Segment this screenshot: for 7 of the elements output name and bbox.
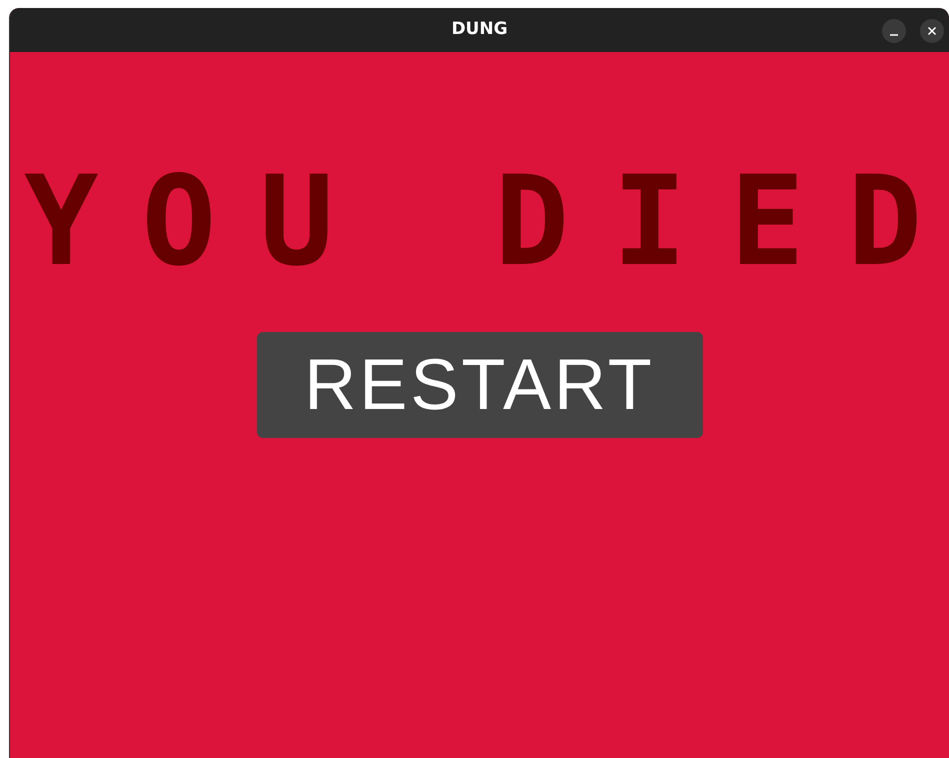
window-title: DUNG xyxy=(451,18,508,42)
restart-button[interactable]: RESTART xyxy=(256,332,702,438)
game-over-heading: YOU DIED xyxy=(24,160,949,284)
close-icon xyxy=(927,26,937,36)
close-button[interactable] xyxy=(920,19,944,43)
minimize-icon xyxy=(890,34,898,36)
minimize-button[interactable] xyxy=(882,19,906,43)
